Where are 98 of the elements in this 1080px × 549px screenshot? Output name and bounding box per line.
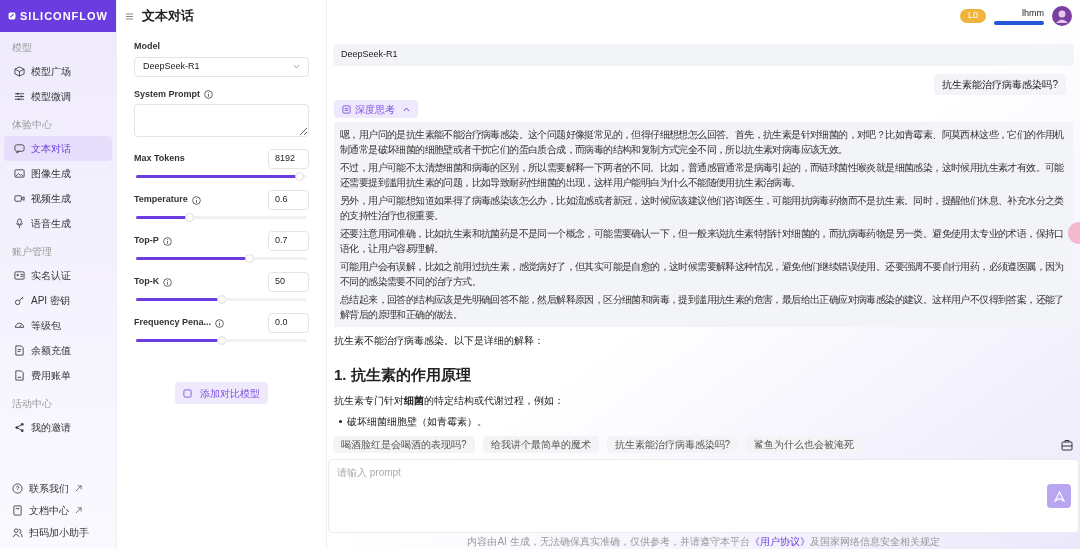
thinking-paragraph: 总结起来，回答的结构应该是先明确回答不能，然后解释原因，区分细菌和病毒，提到滥用抗生素的危害，最后给出正确应对病毒感染的建议。这样用户不仅得到答案，还能了解背后的原理和正确的做法。	[340, 293, 1065, 322]
sidebar-item[interactable]: 我的邀请	[4, 415, 112, 440]
system-prompt-field[interactable]	[134, 104, 309, 137]
suggestion-chip[interactable]: 鲨鱼为什么也会被淹死	[746, 436, 863, 453]
redaction-mark	[994, 20, 1044, 25]
square-icon	[183, 388, 192, 398]
section-heading: 模型	[11, 41, 33, 55]
gauge-icon	[14, 320, 25, 331]
sidebar-item[interactable]: API 密钥	[4, 288, 112, 313]
section-heading: 账户管理	[11, 245, 53, 259]
people-icon	[12, 526, 23, 538]
share-icon	[14, 422, 25, 433]
sidebar-link[interactable]: 联系我们	[12, 479, 104, 497]
sidebar-item[interactable]: 视频生成	[4, 186, 112, 211]
slider-thumb[interactable]	[294, 172, 304, 181]
info-icon[interactable]	[163, 277, 173, 287]
user-agreement-link[interactable]: 《用户协议》	[749, 536, 810, 547]
thinking-paragraph: 不过，用户可能不太清楚细菌和病毒的区别，所以需要解释一下两者的不同。比如，普通感冒通常是病毒引起的，而链球菌性喉炎就是细菌感染，这时候用抗生素才有效。可能还需要提到滥用抗生素的问题，比如导致耐药性细菌的出现，这样用户能明白为什么不能随便用抗生素治病毒。	[340, 161, 1065, 190]
menu-icon[interactable]	[125, 11, 134, 21]
microphone-icon	[14, 218, 25, 229]
sidebar-item[interactable]: 等级包	[4, 313, 112, 338]
prompt-input[interactable]: 请输入 prompt	[328, 459, 1079, 533]
suggestion-chip[interactable]: 抗生素能治疗病毒感染吗?	[606, 436, 739, 453]
suggestion-chip[interactable]: 喝酒脸红是会喝酒的表现吗?	[333, 436, 475, 453]
field-label: Frequency Pena...	[134, 316, 212, 330]
cube-icon	[14, 66, 25, 77]
field-label: System Prompt	[134, 87, 201, 101]
number-input[interactable]: 8192	[268, 149, 309, 169]
send-icon	[1053, 490, 1065, 502]
chevron-down-icon	[293, 64, 300, 69]
thinking-paragraph: 嗯，用户问的是抗生素能不能治疗病毒感染。这个问题好像挺常见的，但得仔细想想怎么回答。首先，抗生素是针对细菌的，对吧？比如青霉素、阿莫西林这些，它们的作用机制通常是破坏细菌的细胞壁或者干扰它们的蛋白质合成，而病毒的结构和复制方式完全不同，所以抗生素对病毒应该无效。	[340, 128, 1065, 157]
slider[interactable]	[136, 257, 307, 260]
username: lhmm	[1022, 7, 1044, 21]
send-button[interactable]	[1047, 484, 1071, 508]
key-icon	[14, 295, 25, 306]
external-link-icon	[75, 484, 82, 492]
id-card-icon	[14, 270, 25, 281]
toolbox-icon[interactable]	[1060, 437, 1074, 452]
number-input[interactable]: 50	[268, 272, 309, 292]
info-icon[interactable]	[191, 195, 201, 205]
field-label: Max Tokens	[134, 152, 185, 166]
sidebar-item[interactable]: 模型广场	[4, 59, 112, 84]
sidebar-link[interactable]: 文档中心	[12, 501, 104, 519]
field-label: Top-K	[134, 275, 160, 289]
thinking-paragraph: 可能用户会有误解，比如之前用过抗生素，感觉病好了，但其实可能是自愈的，这时候需要解释这种情况，避免他们继续错误使用。还要强调不要自行用药，必须遵医嘱，因为不同的感染需要不同的治疗方式。	[340, 260, 1065, 289]
image-icon	[14, 168, 25, 179]
sidebar-item[interactable]: 模型微调	[4, 84, 112, 109]
field-label: Temperature	[134, 193, 188, 207]
info-icon[interactable]	[204, 89, 214, 99]
disclaimer: 内容由AI 生成，无法确保真实准确，仅供参考，并请遵守本平台《用户协议》及国家网络信息安全相关规定	[466, 535, 941, 549]
add-compare-model-button[interactable]: 添加对比模型	[175, 382, 268, 404]
slider-thumb[interactable]	[217, 336, 226, 345]
sidebar-item[interactable]: 语音生成	[4, 211, 112, 236]
user-message: 抗生素能治疗病毒感染吗?	[934, 74, 1066, 95]
level-badge: L0	[960, 9, 986, 23]
avatar[interactable]	[1052, 6, 1072, 26]
document-icon	[12, 504, 23, 516]
sidebar-item[interactable]: 图像生成	[4, 161, 112, 186]
external-link-icon	[75, 506, 82, 514]
sidebar-item[interactable]: 实名认证	[4, 263, 112, 288]
video-icon	[14, 193, 25, 204]
number-input[interactable]: 0.0	[268, 313, 309, 333]
chat-icon	[14, 143, 25, 154]
model-select[interactable]: DeepSeek-R1	[134, 56, 309, 77]
sidebar-item[interactable]: 余额充值	[4, 338, 112, 363]
slider[interactable]	[136, 339, 307, 342]
thinking-paragraph: 另外，用户可能想知道如果得了病毒感染该怎么办，比如流感或者新冠，这时候应该建议他们咨询医生，可能用抗病毒药物而不是抗生素。同时，提醒他们休息、补充水分之类的支持性治疗也很重要。	[340, 194, 1065, 223]
thinking-icon	[342, 104, 351, 114]
suggestion-chip[interactable]: 给我讲个最简单的魔术	[482, 436, 599, 453]
logo: SILICONFLOW	[0, 0, 116, 32]
section-heading: 活动中心	[11, 397, 53, 411]
number-input[interactable]: 0.7	[268, 231, 309, 251]
slider-thumb[interactable]	[244, 254, 254, 263]
slider-thumb[interactable]	[217, 295, 226, 304]
slider[interactable]	[136, 298, 307, 301]
thinking-paragraph: 还要注意用词准确，比如抗生素和抗菌药是不是同一个概念，可能需要确认一下，但一般来说抗生素特指针对细菌的，而抗病毒药物是另一类。避免使用太专业的术语，保持口语化，让用户容易理解。	[340, 227, 1065, 256]
answer-heading: 1. 抗生素的作用原理	[334, 365, 472, 385]
slider-thumb[interactable]	[184, 213, 194, 222]
sidebar-item[interactable]: 文本对话	[4, 136, 112, 161]
page-title: 文本对话	[142, 7, 194, 26]
field-label: Top-P	[134, 234, 159, 248]
sidebar-item[interactable]: 费用账单	[4, 363, 112, 388]
section-heading: 体验中心	[11, 118, 53, 132]
slider[interactable]	[136, 216, 307, 219]
sidebar-link[interactable]: 扫码加小助手	[12, 523, 104, 541]
deep-thinking-toggle[interactable]: 深度思考	[334, 100, 418, 118]
receipt-icon	[14, 345, 25, 356]
sliders-icon	[14, 91, 25, 102]
help-icon	[12, 482, 23, 494]
answer-paragraph: 抗生素专门针对细菌的特定结构或代谢过程，例如：	[334, 393, 565, 408]
answer-paragraph: 抗生素不能治疗病毒感染。以下是详细的解释：	[334, 334, 545, 348]
number-input[interactable]: 0.6	[268, 190, 309, 210]
list-item: 破坏细菌细胞壁（如青霉素）。	[347, 414, 487, 427]
bill-icon	[14, 370, 25, 381]
info-icon[interactable]	[215, 318, 225, 328]
field-label: Model	[134, 40, 160, 53]
model-name-bar: DeepSeek-R1	[333, 44, 1074, 66]
info-icon[interactable]	[162, 236, 172, 246]
